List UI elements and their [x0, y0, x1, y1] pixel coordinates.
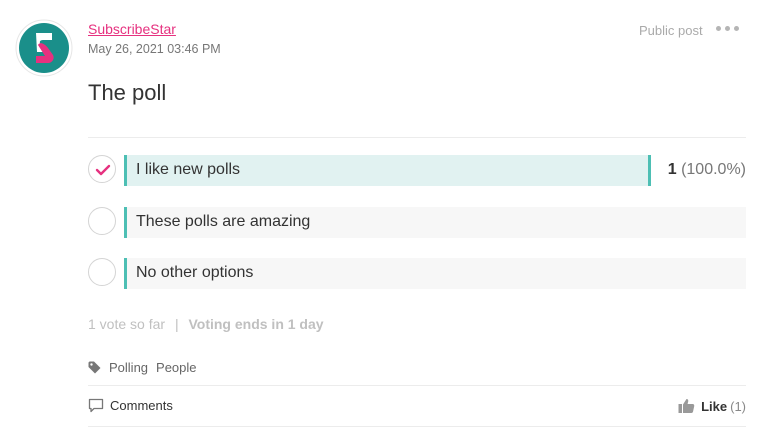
- tags-row: Polling People: [88, 360, 197, 375]
- comment-icon: [88, 398, 104, 413]
- votes-count-text: 1 vote so far: [88, 316, 166, 332]
- tag-people[interactable]: People: [156, 360, 196, 375]
- poll-option-label: I like new polls: [136, 161, 241, 178]
- comments-button[interactable]: Comments: [88, 398, 173, 413]
- poll-option-2[interactable]: These polls are amazing: [88, 207, 746, 238]
- poll-option-label: No other options: [136, 264, 254, 281]
- divider: [88, 385, 746, 386]
- tag-icon: [88, 361, 101, 374]
- more-dots-icon[interactable]: [716, 18, 746, 38]
- poll-option-label: These polls are amazing: [136, 213, 311, 230]
- voting-ends-text: Voting ends in 1 day: [188, 316, 324, 332]
- post-title: The poll: [88, 80, 167, 105]
- author-link[interactable]: SubscribeStar: [88, 21, 176, 37]
- like-button[interactable]: Like (1): [678, 398, 746, 414]
- vote-count: 1: [667, 161, 677, 178]
- separator: |: [174, 316, 179, 332]
- avatar[interactable]: [15, 19, 73, 77]
- poll-option-1[interactable]: I like new polls 1 (100.0%): [88, 155, 746, 186]
- check-icon: [95, 164, 111, 176]
- poll-radio-selected[interactable]: [88, 155, 116, 183]
- subscribestar-logo: [15, 19, 73, 77]
- visibility-label: Public post: [639, 23, 703, 38]
- divider: [88, 426, 746, 427]
- divider: [88, 137, 746, 138]
- like-count: (1): [730, 398, 746, 414]
- poll-radio[interactable]: [88, 258, 116, 286]
- vote-percent: (100.0%): [681, 161, 746, 178]
- poll-result: 1 (100.0%): [668, 161, 746, 179]
- thumbs-up-icon: [678, 399, 695, 413]
- like-label: Like: [701, 398, 728, 414]
- tag-polling[interactable]: Polling: [109, 360, 148, 375]
- poll-radio[interactable]: [88, 207, 116, 235]
- poll-status: 1 vote so far | Voting ends in 1 day: [88, 316, 324, 332]
- poll-option-3[interactable]: No other options: [88, 258, 746, 289]
- post-date: May 26, 2021 03:46 PM: [88, 42, 221, 56]
- comments-label: Comments: [110, 398, 173, 413]
